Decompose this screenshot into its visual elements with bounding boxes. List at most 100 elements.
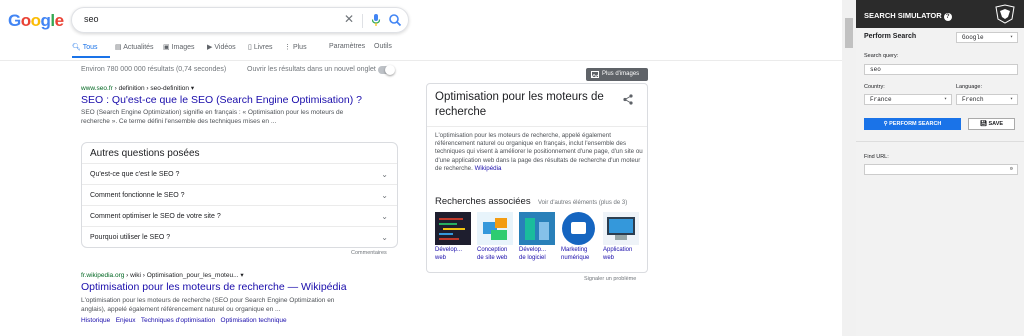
paa-question-text: Pourquoi utiliser le SEO ? — [90, 234, 171, 241]
related-thumb[interactable] — [519, 212, 555, 245]
label-line: Conception — [477, 247, 508, 253]
tab-label: Actualités — [123, 44, 154, 51]
tab-settings[interactable]: Paramètres — [329, 43, 365, 50]
kp-source-link[interactable]: Wikipédia — [475, 165, 502, 172]
logo-letter: e — [54, 11, 64, 30]
label-line: Marketing — [561, 247, 588, 253]
active-tab-indicator — [72, 56, 110, 58]
share-icon[interactable] — [623, 94, 633, 105]
search-icon[interactable] — [388, 13, 402, 27]
related-label[interactable]: Conception de site web — [477, 247, 517, 262]
more-images-button[interactable]: Plus d'images — [586, 68, 648, 81]
search-box[interactable]: seo ✕ — [71, 7, 409, 33]
chevron-down-icon: ⌄ — [381, 170, 388, 179]
button-label: SAVE — [988, 121, 1004, 127]
chevron-down-icon: ▾ — [1009, 34, 1013, 40]
related-thumb[interactable] — [561, 212, 597, 245]
logo-letter: o — [20, 11, 31, 30]
tab-tools[interactable]: Outils — [374, 43, 392, 50]
perform-search-button[interactable]: ⚲ PERFORM SEARCH — [864, 118, 961, 130]
query-label: Search query: — [864, 53, 899, 59]
query-input[interactable]: seo — [864, 64, 1018, 75]
engine-select[interactable]: Google ▾ — [956, 32, 1018, 43]
tab-label: Tous — [82, 44, 98, 51]
result-title[interactable]: SEO : Qu'est-ce que le SEO (Search Engin… — [81, 94, 362, 106]
paa-question[interactable]: Qu'est-ce que c'est le SEO ? ⌄ — [82, 163, 397, 184]
paa-question-text: Comment fonctionne le SEO ? — [90, 192, 185, 199]
panel-title: SEARCH SIMULATOR ? — [864, 11, 952, 21]
google-logo[interactable]: Google — [8, 11, 64, 31]
chevron-down-icon[interactable]: ▾ — [240, 272, 243, 279]
chevron-down-icon[interactable]: ▾ — [191, 85, 194, 92]
paa-question[interactable]: Comment fonctionne le SEO ? ⌄ — [82, 184, 397, 205]
tab-more[interactable]: ⋮ Plus — [284, 43, 307, 51]
label-line: Dévelop... — [435, 247, 463, 253]
report-problem-link[interactable]: Signaler un problème — [584, 276, 636, 282]
label-line: web — [435, 254, 447, 261]
result-path: › wiki › Optimisation_pour_les_moteu... — [124, 272, 239, 279]
tab-videos[interactable]: ▶ Vidéos — [207, 43, 236, 51]
related-title: Recherches associées — [435, 196, 531, 207]
label-line: de site web — [477, 254, 508, 261]
result-cite: fr.wikipedia.org › wiki › Optimisation_p… — [81, 271, 244, 279]
sitelink[interactable]: Techniques d'optimisation — [141, 317, 215, 324]
knowledge-panel: Optimisation pour les moteurs de recherc… — [426, 83, 648, 273]
result-path: › definition › seo-definition — [112, 85, 190, 92]
sitelink[interactable]: Optimisation technique — [221, 317, 287, 324]
related-thumb[interactable] — [603, 212, 639, 245]
snippet-line: recherche ». Ce terme défini l'ensemble … — [81, 118, 277, 125]
sitelink[interactable]: Enjeux — [116, 317, 136, 324]
tab-images[interactable]: ▣ Images — [163, 43, 195, 51]
chevron-down-icon: ⌄ — [381, 191, 388, 200]
chevron-down-icon: ▾ — [1009, 96, 1013, 102]
related-label[interactable]: Dévelop... web — [435, 247, 475, 262]
label-line: Dévelop... — [519, 247, 547, 253]
result-title[interactable]: Optimisation pour les moteurs de recherc… — [81, 281, 347, 293]
new-tab-label: Ouvrir les résultats dans un nouvel ongl… — [247, 66, 376, 73]
scrollbar[interactable] — [842, 0, 856, 336]
help-icon[interactable]: ? — [943, 13, 952, 21]
tab-news[interactable]: ▤ Actualités — [115, 43, 154, 51]
paa-question[interactable]: Pourquoi utiliser le SEO ? ⌄ — [82, 226, 397, 247]
related-label[interactable]: Application web — [603, 247, 643, 262]
find-url-input[interactable]: ⚙ — [864, 164, 1018, 175]
related-label[interactable]: Dévelop... de logiciel — [519, 247, 559, 262]
chevron-down-icon: ⌄ — [381, 233, 388, 242]
tab-all[interactable]: 🔍︎ Tous — [72, 43, 98, 51]
comments-link[interactable]: Commentaires — [351, 250, 387, 256]
paa-question[interactable]: Comment optimiser le SEO de votre site ?… — [82, 205, 397, 226]
find-url-label: Find URL: — [864, 154, 889, 160]
kp-description: L'optimisation pour les moteurs de reche… — [435, 132, 645, 173]
tab-label: Vidéos — [214, 44, 236, 51]
sitelinks: Historique Enjeux Techniques d'optimisat… — [81, 317, 287, 324]
result-snippet: SEO (Search Engine Optimization) signifi… — [81, 108, 381, 126]
book-icon: ▯ — [248, 44, 252, 51]
search-input[interactable]: seo — [84, 14, 99, 24]
save-button[interactable]: 💾︎ SAVE — [968, 118, 1015, 130]
image-icon: ▣ — [163, 44, 170, 51]
tab-label: Plus — [292, 44, 307, 51]
related-thumb[interactable] — [435, 212, 471, 245]
language-label: Language: — [956, 84, 982, 90]
related-thumb[interactable] — [477, 212, 513, 245]
engine-value: Google — [962, 34, 984, 41]
related-label[interactable]: Marketing numérique — [561, 247, 601, 262]
result-snippet: L'optimisation pour les moteurs de reche… — [81, 296, 381, 314]
label-line: numérique — [561, 254, 590, 261]
language-select[interactable]: French ▾ — [956, 94, 1018, 105]
microphone-icon[interactable] — [370, 13, 382, 27]
more-related-link[interactable]: Voir d'autres éléments (plus de 3) — [538, 200, 627, 206]
news-icon: ▤ — [115, 44, 122, 51]
language-value: French — [962, 96, 984, 103]
sitelink[interactable]: Historique — [81, 317, 110, 324]
clear-icon[interactable]: ✕ — [344, 12, 354, 26]
snippet-line: anglais), appelé également référencement… — [81, 306, 281, 313]
header-divider — [0, 60, 842, 61]
logo-letter: G — [8, 11, 21, 30]
new-tab-toggle[interactable] — [378, 65, 395, 75]
tab-books[interactable]: ▯ Livres — [248, 43, 273, 51]
country-select[interactable]: France ▾ — [864, 94, 952, 105]
scrollbar-thumb[interactable] — [845, 18, 853, 48]
gear-icon[interactable]: ⚙ — [1010, 166, 1013, 172]
divider — [427, 126, 647, 127]
